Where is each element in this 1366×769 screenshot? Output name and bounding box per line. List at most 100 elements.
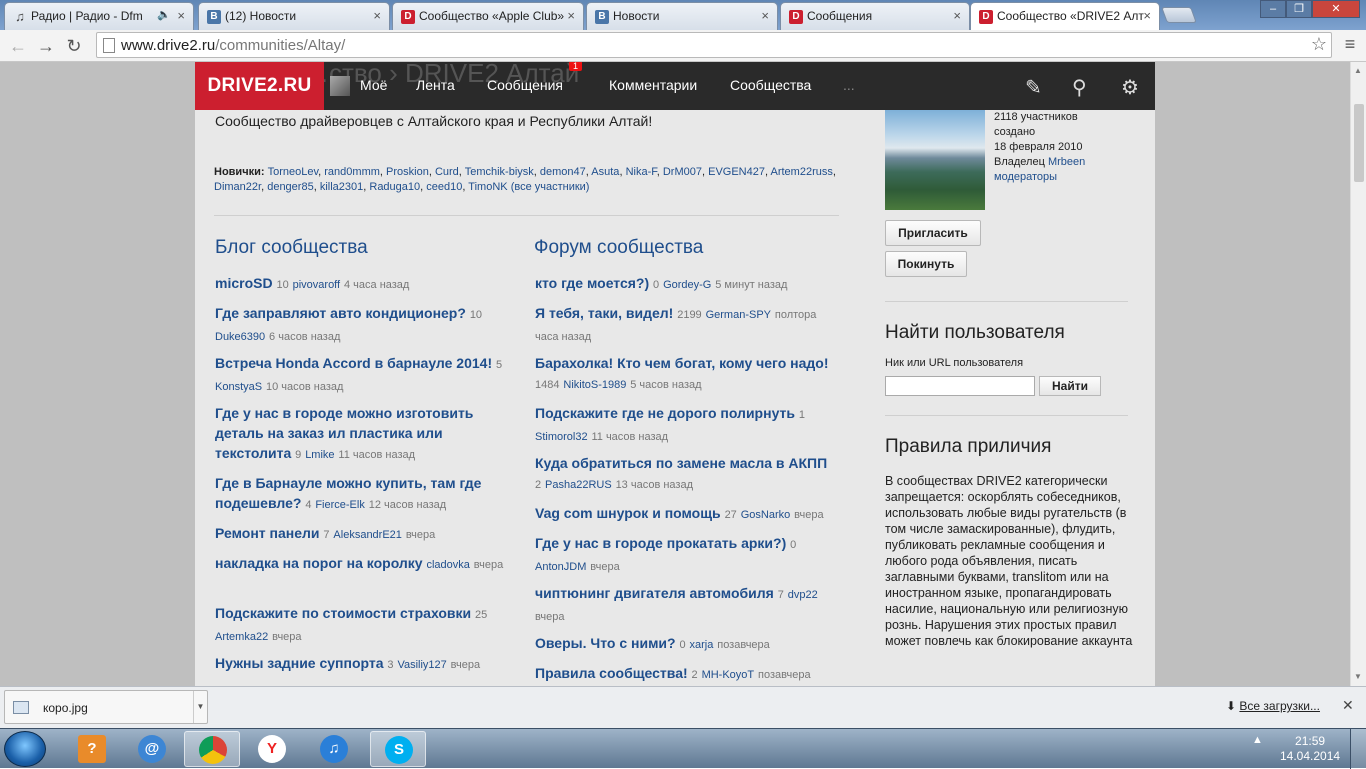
taskbar-app-skype[interactable]: S — [370, 731, 426, 767]
chevron-down-icon[interactable]: ▼ — [193, 691, 207, 723]
forum-post-title[interactable]: Оверы. Что с ними? — [535, 635, 676, 651]
moderators-link[interactable]: модераторы — [994, 170, 1085, 185]
newbie-link[interactable]: rand0mmm — [324, 166, 380, 178]
author-link[interactable]: KonstyaS — [215, 381, 262, 393]
all-members-link[interactable]: (все участники) — [511, 181, 590, 193]
author-link[interactable]: pivovaroff — [293, 279, 341, 291]
leave-button[interactable]: Покинуть — [885, 251, 967, 277]
forum-post-title[interactable]: Я тебя, таки, видел! — [535, 305, 673, 321]
taskbar-app-chrome[interactable] — [184, 731, 240, 767]
newbie-link[interactable]: Raduga10 — [369, 181, 420, 193]
avatar[interactable] — [330, 76, 350, 96]
forum-post-title[interactable]: Где у нас в городе прокатать арки?) — [535, 535, 786, 551]
newbie-link[interactable]: Artem22russ — [771, 166, 833, 178]
newbie-link[interactable]: Diman22r — [214, 181, 261, 193]
blog-post-title[interactable]: Встреча Honda Accord в барнауле 2014! — [215, 355, 492, 371]
nav-messages[interactable]: Сообщения — [487, 77, 563, 93]
close-icon[interactable]: × — [761, 8, 769, 23]
forum-post-title[interactable]: Vag com шнурок и помощь — [535, 505, 721, 521]
tab-news[interactable]: B Новости × — [586, 2, 778, 30]
close-icon[interactable]: × — [373, 8, 381, 23]
newbie-link[interactable]: Proskion — [386, 166, 429, 178]
newbie-link[interactable]: DrM007 — [663, 166, 702, 178]
tab-messages[interactable]: D Сообщения × — [780, 2, 970, 30]
newbie-link[interactable]: killa2301 — [320, 181, 363, 193]
nav-mine[interactable]: Моё — [360, 77, 387, 93]
close-icon[interactable]: × — [953, 8, 961, 23]
close-icon[interactable]: × — [567, 8, 575, 23]
reload-icon[interactable]: ↻ — [62, 34, 86, 58]
nav-communities[interactable]: Сообщества — [730, 77, 811, 93]
blog-title[interactable]: Блог сообщества — [215, 237, 368, 259]
author-link[interactable]: Pasha22RUS — [545, 479, 612, 491]
site-logo[interactable]: DRIVE2.RU — [195, 62, 324, 110]
newbie-link[interactable]: TimoNK — [468, 181, 507, 193]
all-downloads-link[interactable]: ⬇ Все загрузки... — [1226, 699, 1320, 713]
tab-radio[interactable]: ♫ Радио | Радио - Dfm 🔈 × — [4, 2, 194, 30]
blog-post-title[interactable]: накладка на порог на королку — [215, 555, 423, 571]
author-link[interactable]: NikitoS-1989 — [563, 379, 626, 391]
close-window-button[interactable]: ✕ — [1312, 0, 1360, 18]
clock[interactable]: 21:59 14.04.2014 — [1280, 734, 1340, 764]
newbie-link[interactable]: EVGEN427 — [708, 166, 765, 178]
close-icon[interactable]: × — [1143, 8, 1151, 23]
gear-icon[interactable]: ⚙ — [1121, 75, 1139, 100]
tab-vk-news[interactable]: B (12) Новости × — [198, 2, 390, 30]
author-link[interactable]: AleksandrE21 — [333, 529, 402, 541]
newbie-link[interactable]: ceed10 — [426, 181, 462, 193]
forum-post-title[interactable]: Подскажите где не дорого полирнуть — [535, 405, 795, 421]
back-icon[interactable]: ← — [6, 34, 30, 58]
tab-drive2-altay[interactable]: D Сообщество «DRIVE2 Алт × — [970, 2, 1160, 31]
forum-post-title[interactable]: чиптюнинг двигателя автомобиля — [535, 585, 774, 601]
owner-link[interactable]: Mrbeen — [1048, 156, 1085, 168]
blog-post-title[interactable]: Подскажите по стоимости страховки — [215, 605, 471, 621]
scroll-thumb[interactable] — [1354, 104, 1364, 182]
forum-post-title[interactable]: Правила сообщества! — [535, 665, 688, 681]
newbie-link[interactable]: Asuta — [591, 166, 619, 178]
newbie-link[interactable]: demon47 — [540, 166, 586, 178]
taskbar-app-itunes[interactable]: ♫ — [306, 731, 362, 767]
blog-post-title[interactable]: microSD — [215, 275, 273, 291]
author-link[interactable]: cladovka — [426, 559, 469, 571]
scroll-up-icon[interactable]: ▲ — [1354, 66, 1362, 75]
bookmark-star-icon[interactable]: ☆ — [1311, 34, 1327, 55]
blog-post-title[interactable]: Ремонт панели — [215, 525, 320, 541]
newbie-link[interactable]: Curd — [435, 166, 459, 178]
author-link[interactable]: AntonJDM — [535, 561, 586, 573]
close-icon[interactable]: × — [177, 8, 185, 23]
author-link[interactable]: MH-KoyoT — [702, 669, 755, 681]
show-desktop-button[interactable] — [1350, 729, 1366, 769]
forward-icon[interactable]: → — [34, 34, 58, 58]
address-bar[interactable]: www.drive2.ru/communities/Altay/ ☆ — [96, 32, 1332, 58]
community-photo[interactable] — [885, 110, 985, 210]
forum-post-title[interactable]: Барахолка! Кто чем богат, кому чего надо… — [535, 355, 828, 371]
tray-arrow-icon[interactable]: ▲ — [1252, 734, 1263, 746]
nav-feed[interactable]: Лента — [416, 77, 455, 93]
maximize-button[interactable]: ❐ — [1286, 0, 1312, 18]
find-user-button[interactable]: Найти — [1039, 376, 1101, 396]
taskbar-app-mail[interactable]: @ — [124, 731, 180, 767]
download-item[interactable]: коро.jpg ▼ — [4, 690, 208, 724]
taskbar-app-paint[interactable]: ? — [64, 731, 120, 767]
search-icon[interactable]: ⚲ — [1072, 75, 1087, 100]
author-link[interactable]: Vasiliy127 — [397, 659, 446, 671]
minimize-button[interactable]: – — [1260, 0, 1286, 18]
nav-more[interactable]: ... — [843, 77, 855, 93]
close-icon[interactable]: ✕ — [1342, 697, 1354, 714]
author-link[interactable]: dvp22 — [788, 589, 818, 601]
forum-post-title[interactable]: Куда обратиться по замене масла в АКПП — [535, 455, 827, 471]
blog-post-title[interactable]: Нужны задние суппорта — [215, 655, 384, 671]
author-link[interactable]: GosNarko — [741, 509, 791, 521]
author-link[interactable]: Gordey-G — [663, 279, 711, 291]
scrollbar[interactable]: ▲ ▼ — [1350, 62, 1366, 686]
author-link[interactable]: xarja — [690, 639, 714, 651]
author-link[interactable]: Stimorol32 — [535, 431, 588, 443]
author-link[interactable]: Fierce-Elk — [315, 499, 365, 511]
nav-comments[interactable]: Комментарии — [609, 77, 697, 93]
newbie-link[interactable]: Temchik-biysk — [465, 166, 534, 178]
author-link[interactable]: Artemka22 — [215, 631, 268, 643]
newbie-link[interactable]: TorneoLev — [268, 166, 319, 178]
scroll-down-icon[interactable]: ▼ — [1354, 672, 1362, 681]
newbie-link[interactable]: Nika-F — [626, 166, 657, 178]
find-user-input[interactable] — [885, 376, 1035, 396]
